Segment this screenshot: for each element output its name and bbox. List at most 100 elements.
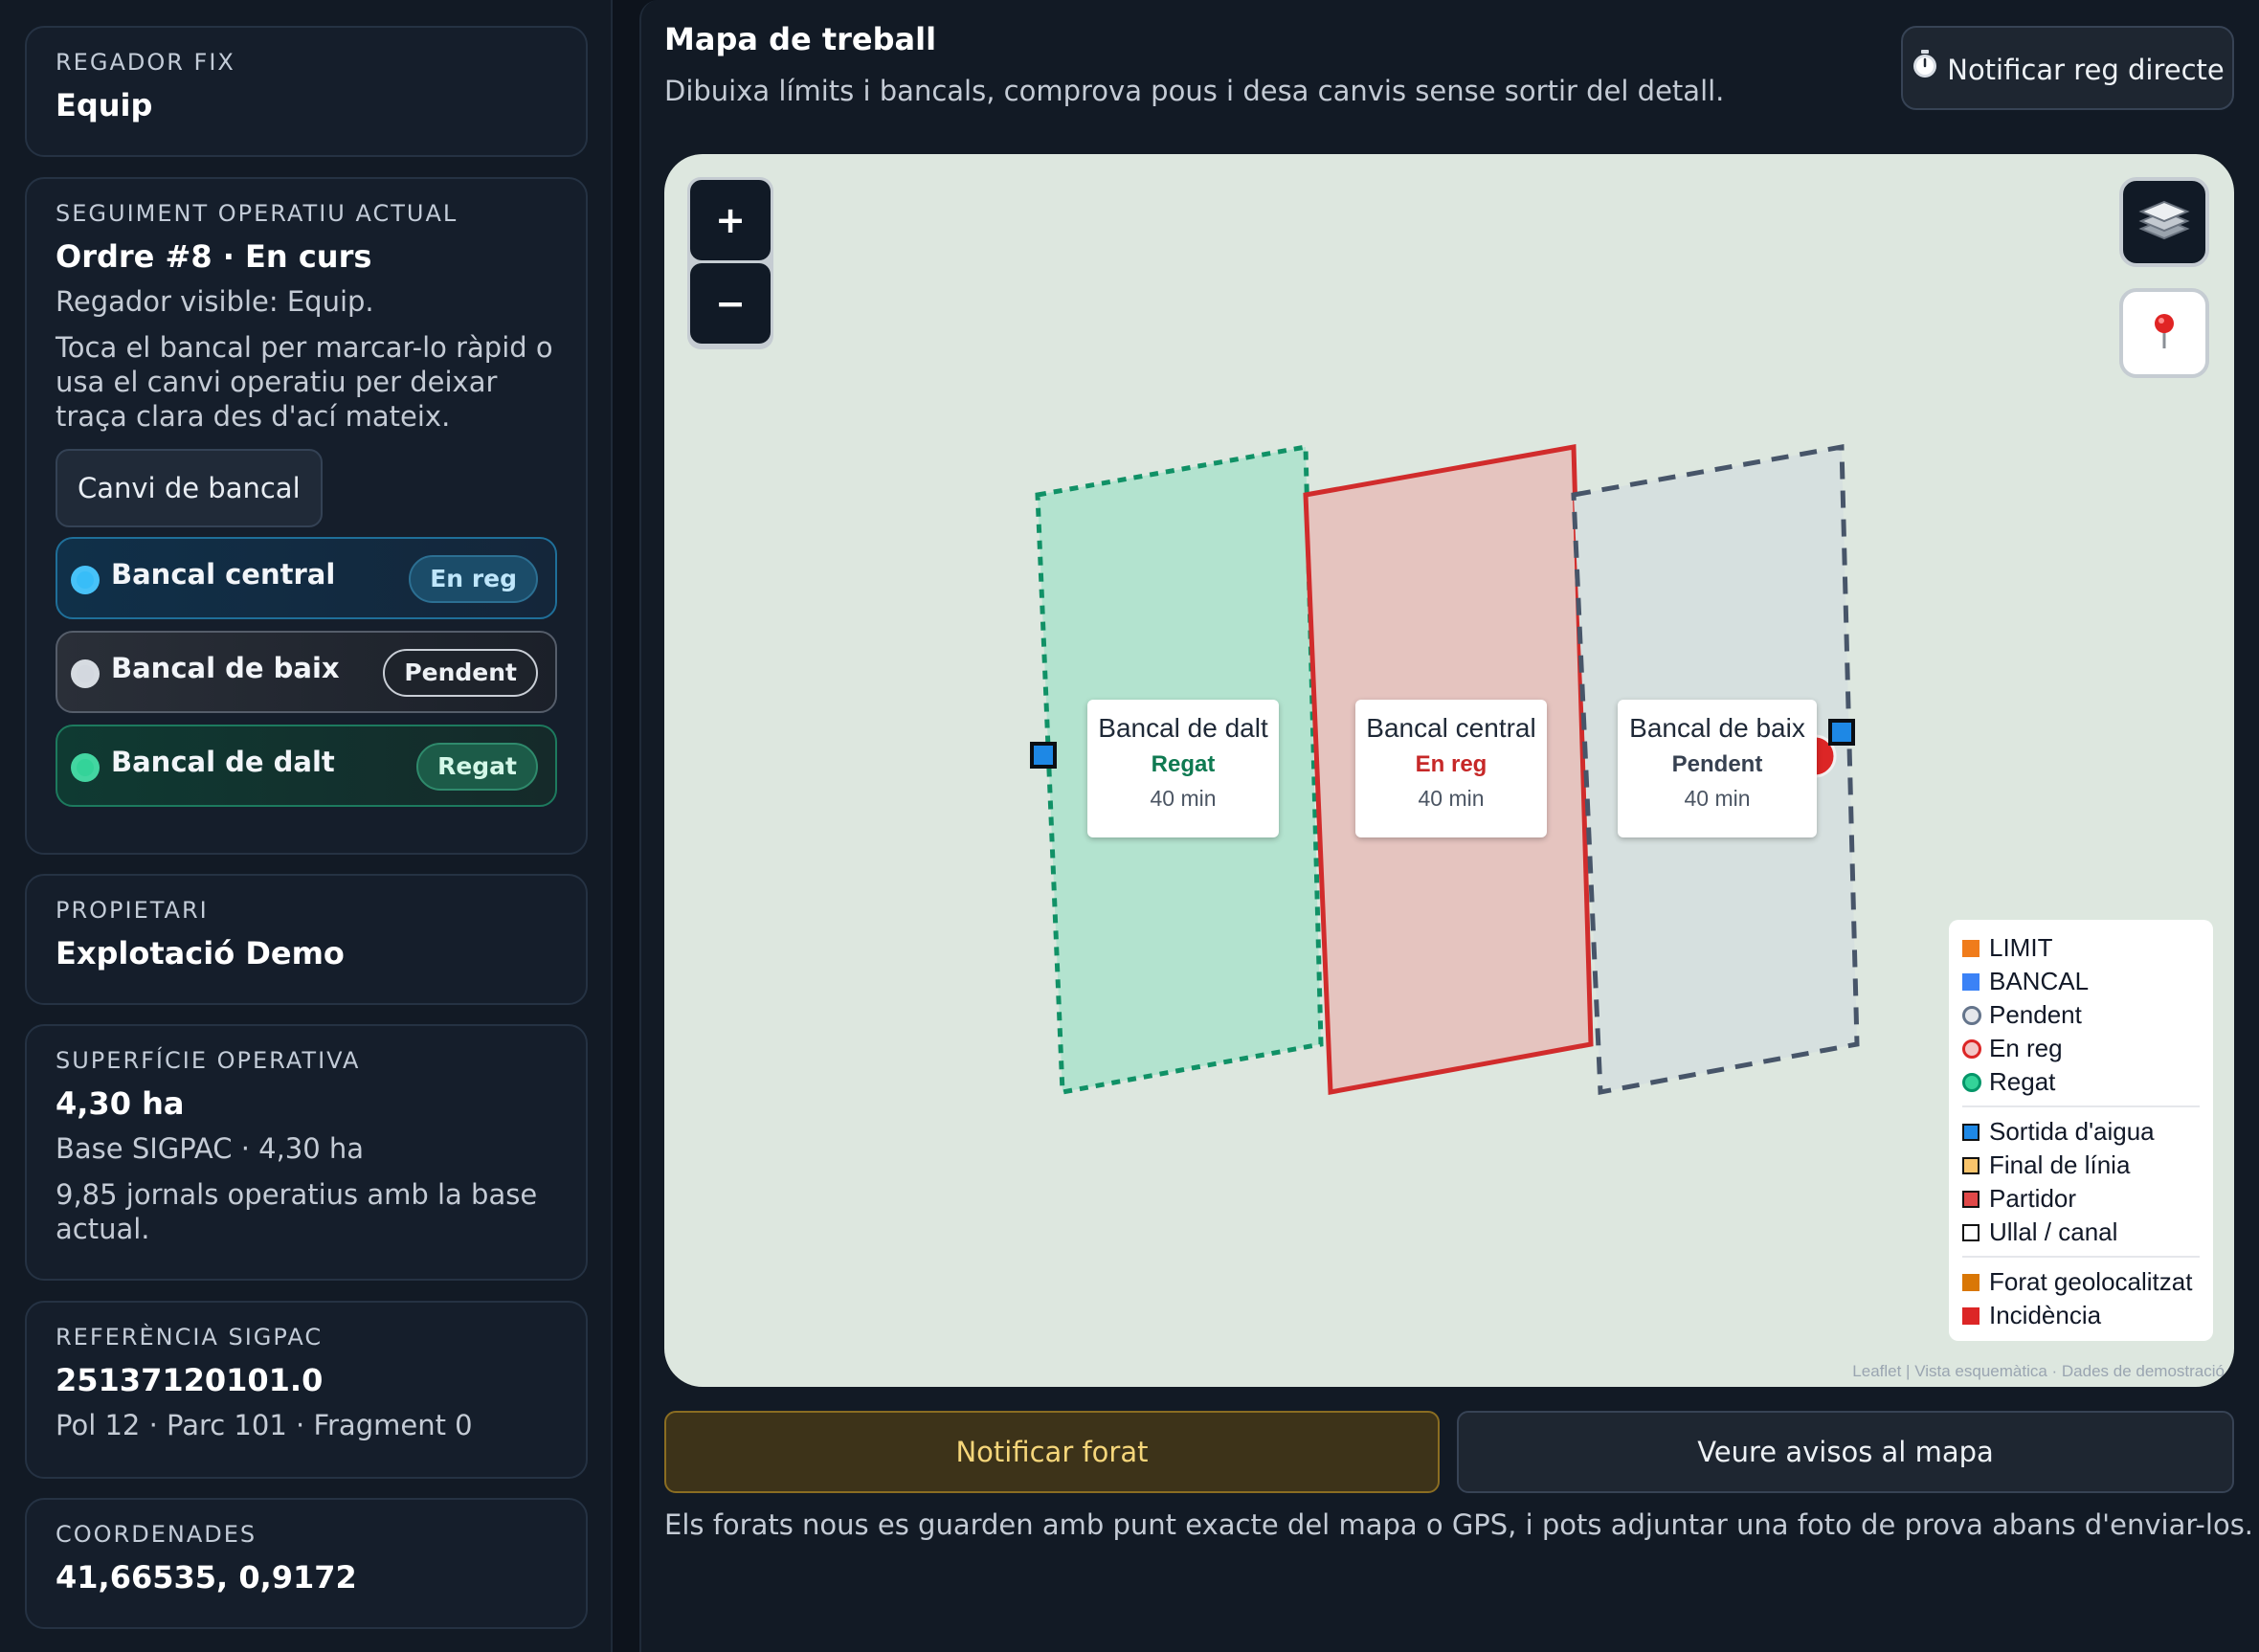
legend-swatch <box>1962 1072 1981 1092</box>
legend-swatch <box>1962 1156 1979 1174</box>
map-title: Mapa de treball <box>664 21 937 57</box>
legend-label: Partidor <box>1989 1184 2077 1213</box>
plot-time: 40 min <box>1150 786 1217 811</box>
locate-button[interactable] <box>2119 288 2209 378</box>
legend-item: Partidor <box>1962 1182 2200 1216</box>
plot-status: Pendent <box>1671 751 1763 777</box>
water-outlet-marker[interactable] <box>1030 742 1057 769</box>
plot-time: 40 min <box>1684 786 1751 811</box>
coordinates-label: COORDENADES <box>56 1521 257 1548</box>
sigpac-card: REFERÈNCIA SIGPAC 25137120101.0 Pol 12 ·… <box>25 1301 588 1479</box>
status-badge: En reg <box>409 555 538 603</box>
zoom-in-button[interactable]: + <box>690 180 771 260</box>
surface-card: SUPERFÍCIE OPERATIVA 4,30 ha Base SIGPAC… <box>25 1024 588 1281</box>
legend-item: Forat geolocalitzat <box>1962 1265 2200 1299</box>
legend-divider <box>1962 1256 2200 1258</box>
legend-item: Final de línia <box>1962 1149 2200 1182</box>
plot-label-central[interactable]: Bancal central En reg 40 min <box>1355 700 1547 837</box>
bancal-item-dalt[interactable]: Bancal de dalt Regat <box>56 725 557 807</box>
plot-time: 40 min <box>1418 786 1485 811</box>
surface-label: SUPERFÍCIE OPERATIVA <box>56 1047 361 1074</box>
coordinates-value: 41,66535, 0,9172 <box>56 1559 357 1596</box>
legend-swatch <box>1962 1273 1979 1291</box>
legend-label: Forat geolocalitzat <box>1989 1267 2193 1296</box>
regador-card: REGADOR FIX Equip <box>25 26 588 157</box>
legend-label: LIMIT <box>1989 933 2053 962</box>
legend-label: Pendent <box>1989 1000 2082 1029</box>
legend-label: BANCAL <box>1989 967 2090 995</box>
legend-item: LIMIT <box>1962 931 2200 965</box>
legend-item: Incidència <box>1962 1299 2200 1332</box>
plot-name: Bancal de dalt <box>1098 713 1268 743</box>
owner-label: PROPIETARI <box>56 897 209 924</box>
stopwatch-icon <box>1911 30 1939 110</box>
sigpac-label: REFERÈNCIA SIGPAC <box>56 1324 324 1351</box>
legend-label: En reg <box>1989 1034 2063 1062</box>
plot-name: Bancal central <box>1366 713 1536 743</box>
notify-live-label: Notificar reg directe <box>1947 54 2225 86</box>
plot-status: En reg <box>1415 751 1487 777</box>
order-title: Ordre #8 · En curs <box>56 238 372 275</box>
legend-swatch <box>1962 1123 1979 1141</box>
legend-item: Ullal / canal <box>1962 1216 2200 1249</box>
layers-icon <box>2137 196 2191 248</box>
visible-regador: Regador visible: Equip. <box>56 285 374 318</box>
map-attribution[interactable]: Leaflet | Vista esquemàtica · Dades de d… <box>1852 1362 2225 1381</box>
owner-card: PROPIETARI Explotació Demo <box>25 874 588 1005</box>
zoom-out-button[interactable]: − <box>690 263 771 344</box>
legend-swatch <box>1962 939 1979 957</box>
surface-value: 4,30 ha <box>56 1085 185 1122</box>
map-legend: LIMIT BANCAL Pendent En reg Regat Sortid… <box>1949 920 2213 1341</box>
legend-item: Sortida d'aigua <box>1962 1115 2200 1149</box>
notify-hole-button[interactable]: Notificar forat <box>664 1411 1440 1493</box>
legend-item: En reg <box>1962 1032 2200 1065</box>
holes-note: Els forats nous es guarden amb punt exac… <box>664 1508 2254 1541</box>
sigpac-detail: Pol 12 · Parc 101 · Fragment 0 <box>56 1409 473 1441</box>
legend-item: Regat <box>1962 1065 2200 1099</box>
bancal-item-central[interactable]: Bancal central En reg <box>56 537 557 619</box>
bancal-name: Bancal de dalt <box>111 746 335 778</box>
legend-swatch <box>1962 1306 1979 1325</box>
legend-item: BANCAL <box>1962 965 2200 998</box>
sigpac-value: 25137120101.0 <box>56 1362 324 1398</box>
regador-label: REGADOR FIX <box>56 49 235 76</box>
bancal-item-baix[interactable]: Bancal de baix Pendent <box>56 631 557 713</box>
legend-label: Incidència <box>1989 1301 2102 1329</box>
legend-label: Ullal / canal <box>1989 1217 2118 1246</box>
details-sidebar: REGADOR FIX Equip SEGUIMENT OPERATIU ACT… <box>0 0 613 1652</box>
operational-tracking-card: SEGUIMENT OPERATIU ACTUAL Ordre #8 · En … <box>25 177 588 855</box>
regador-value: Equip <box>56 87 153 123</box>
status-dot <box>71 566 100 594</box>
bancal-name: Bancal central <box>111 558 336 591</box>
tracking-label: SEGUIMENT OPERATIU ACTUAL <box>56 200 459 227</box>
legend-label: Final de línia <box>1989 1150 2131 1179</box>
legend-label: Sortida d'aigua <box>1989 1117 2155 1146</box>
plot-label-dalt[interactable]: Bancal de dalt Regat 40 min <box>1087 700 1279 837</box>
legend-swatch <box>1962 1223 1979 1241</box>
status-badge: Regat <box>416 743 538 791</box>
change-bancal-button[interactable]: Canvi de bancal <box>56 449 323 527</box>
status-dot <box>71 753 100 782</box>
owner-value: Explotació Demo <box>56 935 345 971</box>
legend-swatch <box>1962 972 1979 991</box>
status-badge: Pendent <box>383 649 538 697</box>
legend-swatch <box>1962 1005 1981 1025</box>
map-pin-icon <box>2150 312 2179 354</box>
view-alerts-button[interactable]: Veure avisos al mapa <box>1457 1411 2234 1493</box>
layers-button[interactable] <box>2119 177 2209 267</box>
work-map[interactable]: Bancal de dalt Regat 40 min Bancal centr… <box>664 154 2234 1387</box>
plot-label-baix[interactable]: Bancal de baix Pendent 40 min <box>1618 700 1817 837</box>
map-subtitle: Dibuixa límits i bancals, comprova pous … <box>664 75 1725 107</box>
bancal-name: Bancal de baix <box>111 652 340 684</box>
legend-item: Pendent <box>1962 998 2200 1032</box>
coordinates-card: COORDENADES 41,66535, 0,9172 <box>25 1498 588 1629</box>
plot-status: Regat <box>1151 751 1216 777</box>
water-outlet-marker[interactable] <box>1828 719 1855 746</box>
surface-base: Base SIGPAC · 4,30 ha <box>56 1132 365 1165</box>
zoom-controls: + − <box>687 177 773 349</box>
tracking-hint: Toca el bancal per marcar-lo ràpid o usa… <box>56 331 553 433</box>
notify-live-irrigation-button[interactable]: Notificar reg directe <box>1901 26 2234 110</box>
plot-name: Bancal de baix <box>1629 713 1805 743</box>
surface-jornals: 9,85 jornals operatius amb la base actua… <box>56 1178 538 1245</box>
legend-swatch <box>1962 1038 1981 1059</box>
